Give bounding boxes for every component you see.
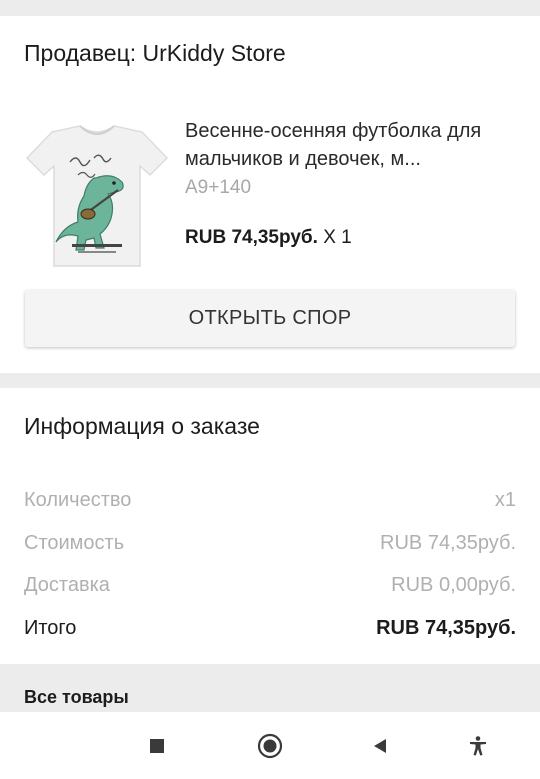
- product-quantity: X 1: [323, 227, 352, 248]
- info-label: Итого: [24, 616, 77, 639]
- system-navbar: [0, 712, 540, 779]
- product-price-line: RUB 74,35руб. X 1: [185, 227, 352, 249]
- info-label: Стоимость: [24, 531, 125, 554]
- product-price: RUB 74,35руб.: [185, 227, 318, 248]
- info-label: Доставка: [24, 573, 110, 596]
- home-circle-icon[interactable]: [256, 732, 284, 760]
- info-row-shipping: Доставка RUB 0,00руб.: [24, 570, 516, 600]
- all-goods-section[interactable]: Все товары: [0, 664, 540, 712]
- info-value: x1: [494, 488, 516, 511]
- info-row-cost: Стоимость RUB 74,35руб.: [24, 528, 516, 558]
- open-dispute-button[interactable]: ОТКРЫТЬ СПОР: [25, 290, 515, 347]
- order-info-title: Информация о заказе: [24, 413, 260, 439]
- seller-title[interactable]: Продавец: UrKiddy Store: [24, 40, 286, 67]
- product-thumbnail[interactable]: [22, 120, 172, 272]
- all-goods-label: Все товары: [24, 687, 129, 707]
- product-name[interactable]: Весенне-осенняя футболка для мальчиков и…: [185, 117, 515, 173]
- info-row-total: Итого RUB 74,35руб.: [24, 613, 516, 643]
- back-triangle-icon[interactable]: [366, 732, 394, 760]
- dinosaur-tshirt-image: [25, 125, 169, 267]
- info-value: RUB 0,00руб.: [391, 573, 516, 596]
- info-value: RUB 74,35руб.: [380, 531, 516, 554]
- info-value: RUB 74,35руб.: [376, 616, 516, 639]
- info-label: Количество: [24, 488, 132, 511]
- product-variant: A9+140: [185, 177, 252, 198]
- seller-card: Продавец: UrKiddy Store Весенне-осенняя …: [0, 16, 540, 373]
- order-info-card: Информация о заказе Количество x1 Стоимо…: [0, 388, 540, 664]
- accessibility-icon[interactable]: [464, 732, 492, 760]
- info-row-quantity: Количество x1: [24, 485, 516, 515]
- square-stop-icon[interactable]: [143, 732, 171, 760]
